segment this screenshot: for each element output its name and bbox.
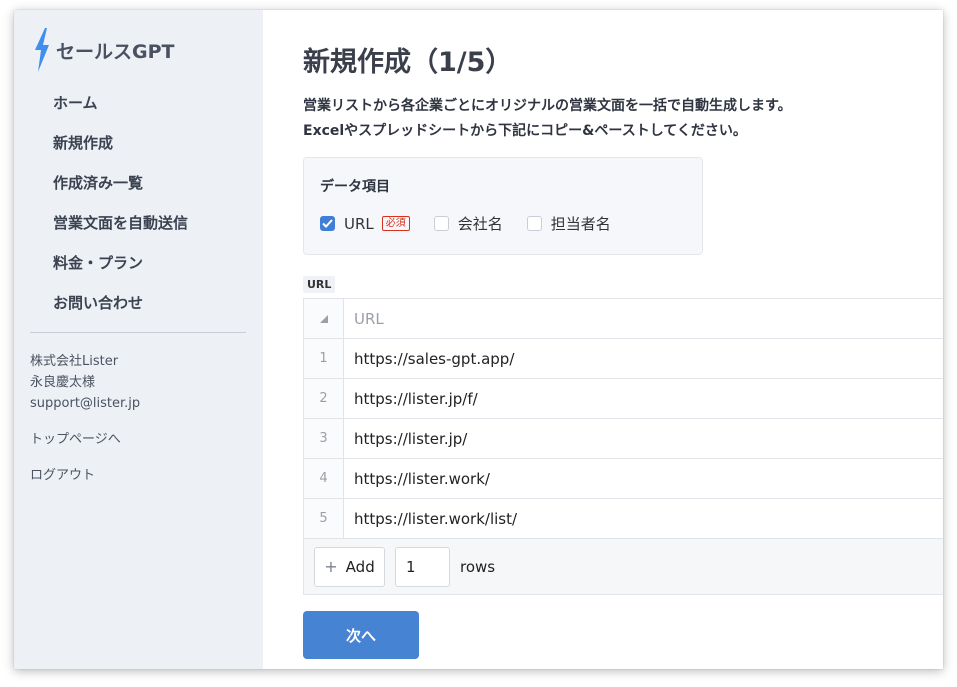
checkbox-empty-icon	[433, 216, 449, 231]
url-cell[interactable]: https://lister.work/list/	[344, 499, 943, 538]
data-fields-options: URL 必須 会社名 担当者名	[320, 213, 635, 234]
table-row: 2 https://lister.jp/f/	[304, 379, 943, 419]
account-company: 株式会社Lister	[30, 354, 119, 369]
sidebar-item-pricing[interactable]: 料金・プラン	[53, 250, 188, 290]
rows-label: rows	[460, 557, 496, 576]
page-description: 営業リストから各企業ごとにオリジナルの営業文面を一括で自動生成します。 Exce…	[303, 94, 792, 144]
table-row: 4 https://lister.work/	[304, 459, 943, 499]
description-line-1: 営業リストから各企業ごとにオリジナルの営業文面を一括で自動生成します。	[303, 98, 792, 114]
contact-name-checkbox-label: 担当者名	[550, 215, 611, 233]
add-rows-label: Add	[345, 557, 375, 576]
plus-icon: +	[324, 557, 338, 576]
grid-footer: + Add rows	[304, 539, 943, 595]
checkbox-empty-icon	[526, 216, 542, 231]
sidebar-item-created-list[interactable]: 作成済み一覧	[53, 170, 188, 210]
row-index: 4	[304, 459, 344, 498]
company-name-checkbox-label: 会社名	[457, 215, 503, 233]
row-index: 5	[304, 499, 344, 538]
lightning-bolt-icon	[35, 28, 49, 72]
data-fields-title: データ項目	[320, 179, 390, 195]
sidebar-divider	[30, 332, 246, 333]
sidebar-item-new[interactable]: 新規作成	[53, 130, 188, 170]
grid-header-row: URL	[304, 299, 943, 339]
column-tag: URL	[303, 276, 336, 293]
url-data-grid: URL 1 https://sales-gpt.app/ 2 https://l…	[303, 298, 943, 595]
logo[interactable]: セールスGPT	[32, 28, 174, 72]
sidebar-nav: ホーム 新規作成 作成済み一覧 営業文面を自動送信 料金・プラン お問い合わせ	[53, 90, 188, 330]
row-index: 1	[304, 339, 344, 378]
url-cell[interactable]: https://sales-gpt.app/	[344, 339, 943, 378]
url-cell[interactable]: https://lister.work/	[344, 459, 943, 498]
contact-name-checkbox[interactable]: 担当者名	[526, 213, 611, 234]
app-window: セールスGPT ホーム 新規作成 作成済み一覧 営業文面を自動送信 料金・プラン…	[14, 10, 943, 669]
data-fields-panel: データ項目 URL 必須 会社名 担当者名	[303, 157, 703, 255]
required-badge: 必須	[381, 216, 410, 231]
table-row: 3 https://lister.jp/	[304, 419, 943, 459]
sidebar: セールスGPT ホーム 新規作成 作成済み一覧 営業文面を自動送信 料金・プラン…	[14, 10, 263, 669]
row-index: 2	[304, 379, 344, 418]
next-button[interactable]: 次へ	[303, 611, 419, 659]
sidebar-item-contact[interactable]: お問い合わせ	[53, 290, 188, 330]
add-rows-button[interactable]: + Add	[314, 546, 385, 587]
company-name-checkbox[interactable]: 会社名	[433, 213, 503, 234]
url-checkbox[interactable]: URL 必須	[320, 215, 410, 233]
grid-column-header-url[interactable]: URL	[344, 299, 943, 338]
table-row: 5 https://lister.work/list/	[304, 499, 943, 539]
row-index: 3	[304, 419, 344, 458]
account-info: 株式会社Lister 永良慶太様 support@lister.jp	[30, 351, 140, 414]
sidebar-item-home[interactable]: ホーム	[53, 90, 188, 130]
table-row: 1 https://sales-gpt.app/	[304, 339, 943, 379]
top-page-link[interactable]: トップページへ	[30, 428, 121, 447]
sort-triangle-icon[interactable]	[304, 299, 344, 338]
url-cell[interactable]: https://lister.jp/f/	[344, 379, 943, 418]
page-title: 新規作成（1/5）	[303, 47, 513, 78]
main-content: 新規作成（1/5） 営業リストから各企業ごとにオリジナルの営業文面を一括で自動生…	[263, 10, 943, 669]
description-line-2: Excelやスプレッドシートから下記にコピー&ペーストしてください。	[303, 123, 747, 139]
sidebar-item-auto-send[interactable]: 営業文面を自動送信	[53, 210, 188, 250]
account-email: support@lister.jp	[30, 396, 141, 411]
account-name: 永良慶太様	[30, 375, 96, 390]
checkbox-checked-icon	[320, 216, 335, 231]
logo-text: セールスGPT	[56, 40, 175, 63]
url-checkbox-label: URL	[344, 214, 374, 233]
url-cell[interactable]: https://lister.jp/	[344, 419, 943, 458]
rows-count-input[interactable]	[395, 546, 450, 587]
logout-link[interactable]: ログアウト	[30, 464, 95, 483]
